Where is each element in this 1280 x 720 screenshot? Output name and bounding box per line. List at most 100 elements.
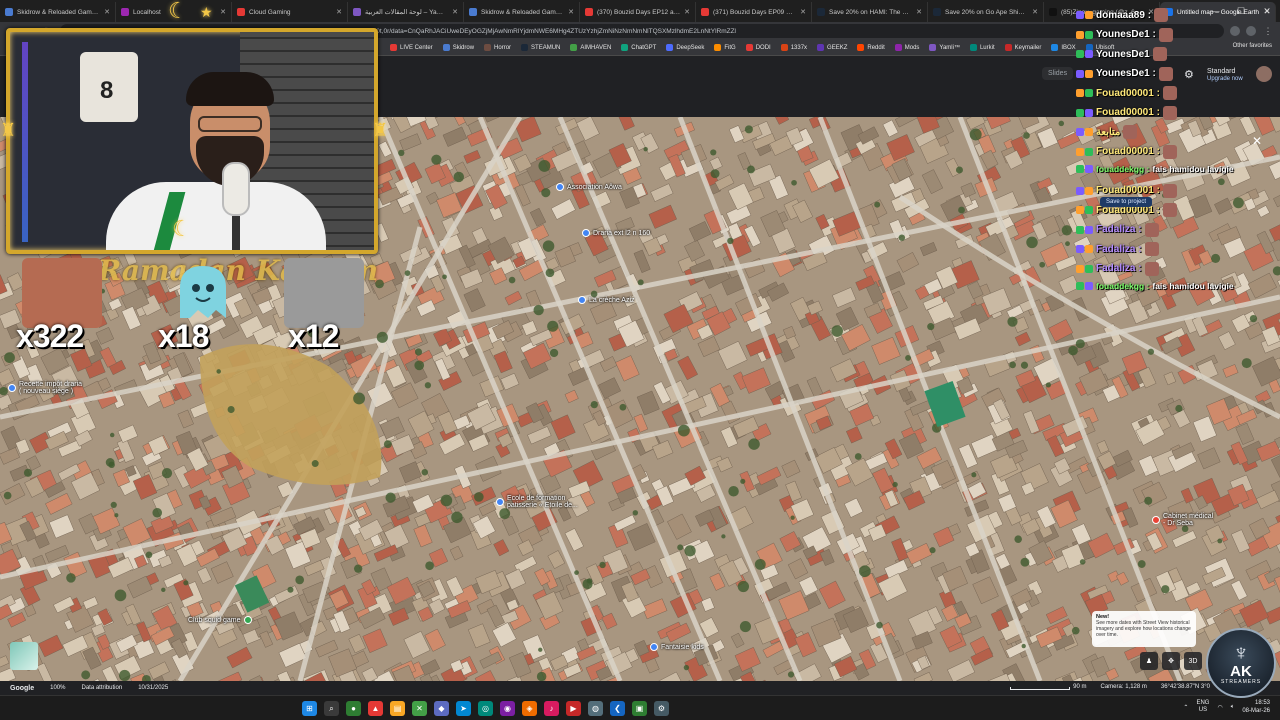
tree bbox=[295, 575, 305, 585]
street-view-notice[interactable]: New! See more dates with Street View his… bbox=[1092, 611, 1196, 647]
pegman-icon[interactable]: ♟ bbox=[1140, 652, 1158, 670]
bookmark-item[interactable]: IBOX bbox=[1051, 44, 1076, 51]
poi-label: La crèche Aziz bbox=[589, 296, 635, 304]
tiktok-icon[interactable]: ♪ bbox=[544, 701, 559, 716]
chrome-icon[interactable]: ● bbox=[346, 701, 361, 716]
chat-username: Fouad00001 : bbox=[1096, 185, 1160, 196]
maximize-icon[interactable]: ☐ bbox=[1228, 0, 1254, 22]
tab-close-icon[interactable]: ✕ bbox=[452, 8, 458, 16]
bookmark-item[interactable]: GEEKZ bbox=[817, 44, 847, 51]
tab-close-icon[interactable]: ✕ bbox=[684, 8, 690, 16]
search-icon[interactable]: ⌕ bbox=[324, 701, 339, 716]
bookmark-item[interactable]: DeepSeek bbox=[666, 44, 704, 51]
bookmark-item[interactable]: Mods bbox=[894, 44, 919, 51]
poi-club-squid-game[interactable]: Club squid game bbox=[188, 616, 252, 624]
streamer-hair bbox=[186, 72, 274, 106]
settings-gear-icon[interactable]: ⚙ bbox=[1184, 68, 1194, 81]
toggle-3d-button[interactable]: 3D bbox=[1184, 652, 1202, 670]
clock[interactable]: 18:53 08-Mar-26 bbox=[1242, 699, 1270, 715]
poi-recette-impot[interactable]: Recette impôt draria ( nouveau siège ) bbox=[8, 381, 82, 395]
app-icon[interactable]: ▣ bbox=[632, 701, 647, 716]
poi-association-aowa[interactable]: Association Aôwa bbox=[556, 183, 622, 191]
app-icon[interactable]: ◎ bbox=[478, 701, 493, 716]
browser-tab[interactable]: Skidrow & Reloaded Games – Do ✕ bbox=[464, 2, 580, 22]
poi-creche-aziz[interactable]: La crèche Aziz bbox=[578, 296, 635, 304]
chat-emote-icon bbox=[1152, 47, 1167, 61]
bookmark-item[interactable]: ChatGPT bbox=[621, 44, 656, 51]
bookmark-item[interactable]: Skidrow bbox=[442, 44, 474, 51]
data-attribution-link[interactable]: Data attribution bbox=[81, 685, 122, 691]
browser-tab[interactable]: (371) Bouzid Days EP09 Doctour ✕ bbox=[696, 2, 812, 22]
browser-tab[interactable]: Save 20% on Go Ape Ship! on St ✕ bbox=[928, 2, 1044, 22]
volume-icon[interactable]: 🔈︎ bbox=[1231, 704, 1235, 711]
tree bbox=[1009, 361, 1016, 369]
settings-icon[interactable]: ⚙ bbox=[654, 701, 669, 716]
bookmark-item[interactable]: Keymailer bbox=[1004, 44, 1041, 51]
browser-tab[interactable]: Cloud Gaming ✕ bbox=[232, 2, 348, 22]
bookmark-label: IBOX bbox=[1061, 44, 1076, 51]
tab-close-icon[interactable]: ✕ bbox=[800, 8, 806, 16]
microphone-stand bbox=[232, 216, 240, 250]
keyboard-layout: US bbox=[1198, 707, 1208, 713]
tab-close-icon[interactable]: ✕ bbox=[1032, 8, 1038, 16]
bookmark-item[interactable]: Yamli™ bbox=[929, 44, 960, 51]
brave-icon[interactable]: ▲ bbox=[368, 701, 383, 716]
bookmark-item[interactable]: Horror bbox=[484, 44, 511, 51]
bookmark-favicon-icon bbox=[929, 44, 937, 51]
tab-close-icon[interactable]: ✕ bbox=[220, 8, 226, 16]
tab-close-icon[interactable]: ✕ bbox=[916, 8, 922, 16]
xbox-icon[interactable]: ✕ bbox=[412, 701, 427, 716]
file-explorer-icon[interactable]: ▤ bbox=[390, 701, 405, 716]
other-bookmarks-folder[interactable]: Other favorites bbox=[1233, 43, 1272, 49]
poi-ecole-patisserie[interactable]: Ecole de formation patisserie « Etoile d… bbox=[496, 495, 578, 509]
app-icon[interactable]: ◈ bbox=[522, 701, 537, 716]
telegram-icon[interactable]: ➤ bbox=[456, 701, 471, 716]
bookmark-item[interactable]: STEAMUN bbox=[521, 44, 560, 51]
minimize-icon[interactable]: — bbox=[1202, 0, 1228, 22]
extension-icon[interactable] bbox=[1230, 26, 1240, 36]
poi-fantaisie-kids[interactable]: Fantaisie kids bbox=[650, 643, 704, 651]
tree bbox=[728, 485, 739, 497]
chevron-up-icon[interactable]: ⌃ bbox=[1183, 704, 1188, 711]
upgrade-link[interactable]: Upgrade now bbox=[1207, 76, 1243, 82]
account-avatar[interactable] bbox=[1256, 66, 1272, 82]
bookmark-item[interactable]: LIVE Center bbox=[390, 44, 433, 51]
start-icon[interactable]: ⊞ bbox=[302, 701, 317, 716]
compass-icon[interactable]: ✥ bbox=[1162, 652, 1180, 670]
bookmark-item[interactable]: DODI bbox=[745, 44, 771, 51]
tab-close-icon[interactable]: ✕ bbox=[336, 8, 342, 16]
bookmark-item[interactable]: FitG bbox=[714, 44, 736, 51]
save-to-project-button[interactable]: Save to project bbox=[1100, 197, 1153, 207]
obs-icon[interactable]: ◍ bbox=[588, 701, 603, 716]
tab-close-icon[interactable]: ✕ bbox=[568, 8, 574, 16]
bookmark-item[interactable]: Lurkit bbox=[969, 44, 995, 51]
tab-close-icon[interactable]: ✕ bbox=[104, 8, 110, 16]
slides-button[interactable]: Slides bbox=[1042, 67, 1074, 80]
discord-icon[interactable]: ◉ bbox=[500, 701, 515, 716]
app-icon[interactable]: ◆ bbox=[434, 701, 449, 716]
bookmark-label: Horror bbox=[494, 44, 512, 51]
map-pin-icon bbox=[582, 229, 590, 237]
language-indicator[interactable]: ENG US bbox=[1196, 700, 1209, 714]
bookmark-label: LIVE Center bbox=[400, 44, 433, 51]
menu-icon[interactable]: ⋮ bbox=[1262, 26, 1274, 37]
browser-tab[interactable]: (370) Bouzid Days EP12 analysis ✕ bbox=[580, 2, 696, 22]
close-panel-icon[interactable]: ✕ bbox=[1252, 134, 1262, 148]
browser-tab[interactable]: Save 20% on HAMI: The Game on ✕ bbox=[812, 2, 928, 22]
map-pin-icon bbox=[1152, 516, 1160, 524]
bookmark-item[interactable]: AIMHAVEN bbox=[570, 44, 611, 51]
profile-icon[interactable] bbox=[1246, 26, 1256, 36]
close-window-icon[interactable]: ✕ bbox=[1254, 0, 1280, 22]
bookmark-item[interactable]: Reddit bbox=[857, 44, 885, 51]
tree bbox=[311, 460, 319, 468]
tree bbox=[684, 545, 696, 557]
bookmark-item[interactable]: 1337x bbox=[780, 44, 807, 51]
vscode-icon[interactable]: ❮ bbox=[610, 701, 625, 716]
wifi-icon[interactable]: ◠ bbox=[1217, 704, 1222, 711]
poi-cabinet-medical[interactable]: Cabinet médical - Dr Seba bbox=[1152, 513, 1213, 527]
youtube-icon[interactable]: ▶ bbox=[566, 701, 581, 716]
poi-draria-ext[interactable]: Draria ext l2 n 160 bbox=[582, 229, 650, 237]
browser-tab[interactable]: لوحة المقالات العربية – Yamli محرر ✕ bbox=[348, 2, 464, 22]
browser-tab[interactable]: Skidrow & Reloaded Games – Do ✕ bbox=[0, 2, 116, 22]
layer-thumbnail[interactable] bbox=[10, 642, 38, 670]
